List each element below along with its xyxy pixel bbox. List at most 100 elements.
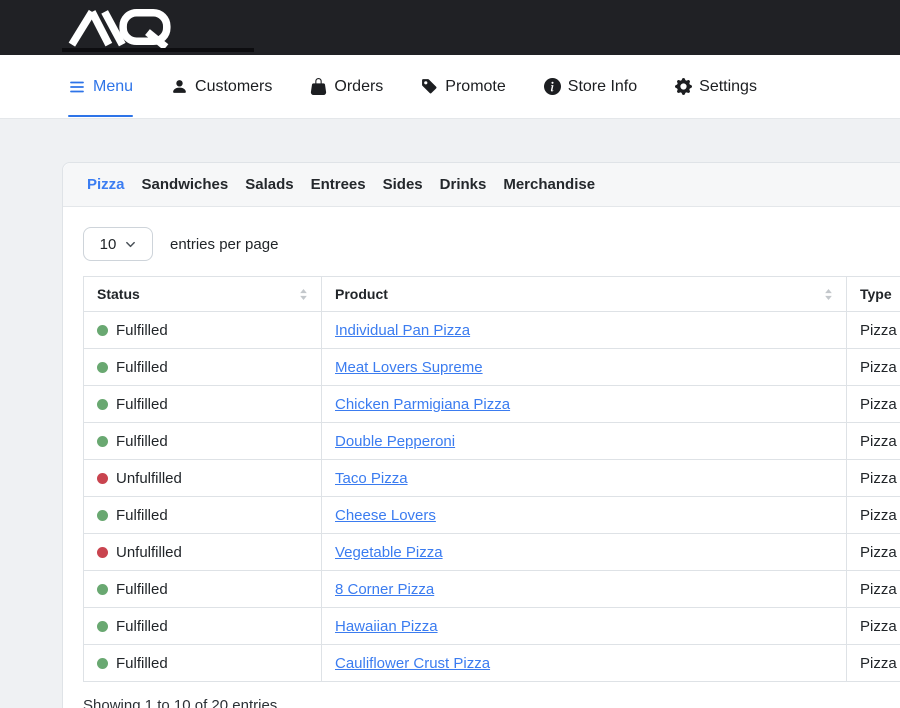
status-dot	[97, 325, 108, 336]
card-body: 10 entries per page Status Product	[63, 207, 900, 708]
product-cell: Double Pepperoni	[322, 423, 847, 460]
product-link[interactable]: Cauliflower Crust Pizza	[335, 655, 490, 672]
category-tabs: Pizza Sandwiches Salads Entrees Sides Dr…	[63, 163, 900, 207]
table-row: Fulfilled Cheese Lovers Pizza	[84, 497, 900, 534]
status-label: Fulfilled	[116, 507, 168, 524]
page-size-control: 10 entries per page	[83, 227, 900, 261]
product-cell: Meat Lovers Supreme	[322, 349, 847, 386]
tab-drinks[interactable]: Drinks	[440, 176, 487, 193]
type-cell: Pizza	[847, 571, 900, 608]
status-label: Fulfilled	[116, 581, 168, 598]
status-label: Fulfilled	[116, 655, 168, 672]
person-icon	[171, 78, 188, 95]
product-cell: Chicken Parmigiana Pizza	[322, 386, 847, 423]
tab-salads[interactable]: Salads	[245, 176, 293, 193]
product-cell: Taco Pizza	[322, 460, 847, 497]
status-cell: Fulfilled	[84, 312, 322, 349]
type-cell: Pizza	[847, 423, 900, 460]
logo-underline-bar	[62, 48, 254, 52]
page-size-value: 10	[100, 236, 117, 253]
product-link[interactable]: Individual Pan Pizza	[335, 322, 470, 339]
type-cell: Pizza	[847, 497, 900, 534]
aiq-logo	[66, 6, 175, 48]
status-dot	[97, 436, 108, 447]
status-label: Unfulfilled	[116, 470, 182, 487]
status-label: Fulfilled	[116, 396, 168, 413]
product-cell: Cauliflower Crust Pizza	[322, 645, 847, 682]
status-label: Fulfilled	[116, 322, 168, 339]
primary-nav: Menu Customers Orders Promote Store Info…	[0, 55, 900, 119]
column-label: Product	[335, 286, 388, 302]
page-size-select[interactable]: 10	[83, 227, 153, 261]
product-cell: Individual Pan Pizza	[322, 312, 847, 349]
table-row: Unfulfilled Taco Pizza Pizza	[84, 460, 900, 497]
bag-icon	[310, 78, 327, 95]
column-label: Type	[860, 286, 892, 302]
nav-item-label: Orders	[334, 78, 383, 96]
status-cell: Fulfilled	[84, 571, 322, 608]
status-label: Fulfilled	[116, 433, 168, 450]
product-link[interactable]: 8 Corner Pizza	[335, 581, 434, 598]
nav-item-store-info[interactable]: Store Info	[544, 78, 637, 96]
column-header-status[interactable]: Status	[84, 277, 322, 312]
product-link[interactable]: Chicken Parmigiana Pizza	[335, 396, 510, 413]
nav-item-menu[interactable]: Menu	[68, 78, 133, 96]
status-dot	[97, 621, 108, 632]
product-link[interactable]: Hawaiian Pizza	[335, 618, 438, 635]
tab-sides[interactable]: Sides	[383, 176, 423, 193]
tab-pizza[interactable]: Pizza	[87, 176, 125, 193]
type-cell: Pizza	[847, 645, 900, 682]
nav-item-promote[interactable]: Promote	[421, 78, 505, 96]
info-icon	[544, 78, 561, 95]
product-cell: Hawaiian Pizza	[322, 608, 847, 645]
column-label: Status	[97, 286, 140, 302]
product-link[interactable]: Meat Lovers Supreme	[335, 359, 483, 376]
product-link[interactable]: Vegetable Pizza	[335, 544, 443, 561]
column-header-type[interactable]: Type	[847, 277, 900, 312]
status-cell: Unfulfilled	[84, 460, 322, 497]
tab-sandwiches[interactable]: Sandwiches	[142, 176, 229, 193]
nav-item-label: Store Info	[568, 78, 637, 96]
type-cell: Pizza	[847, 460, 900, 497]
status-cell: Fulfilled	[84, 497, 322, 534]
table-row: Fulfilled Double Pepperoni Pizza	[84, 423, 900, 460]
status-dot	[97, 584, 108, 595]
nav-item-label: Promote	[445, 78, 505, 96]
tab-merchandise[interactable]: Merchandise	[503, 176, 595, 193]
status-cell: Fulfilled	[84, 645, 322, 682]
table-row: Fulfilled Chicken Parmigiana Pizza Pizza	[84, 386, 900, 423]
table-row: Fulfilled Cauliflower Crust Pizza Pizza	[84, 645, 900, 682]
nav-item-customers[interactable]: Customers	[171, 78, 272, 96]
column-header-product[interactable]: Product	[322, 277, 847, 312]
nav-item-settings[interactable]: Settings	[675, 78, 757, 96]
type-cell: Pizza	[847, 386, 900, 423]
table-row: Fulfilled Individual Pan Pizza Pizza	[84, 312, 900, 349]
product-link[interactable]: Cheese Lovers	[335, 507, 436, 524]
status-dot	[97, 658, 108, 669]
menu-card: Pizza Sandwiches Salads Entrees Sides Dr…	[62, 162, 900, 708]
tab-entrees[interactable]: Entrees	[311, 176, 366, 193]
status-dot	[97, 473, 108, 484]
page-content: Pizza Sandwiches Salads Entrees Sides Dr…	[0, 119, 900, 708]
type-cell: Pizza	[847, 534, 900, 571]
status-dot	[97, 362, 108, 373]
nav-item-label: Menu	[93, 78, 133, 96]
type-cell: Pizza	[847, 312, 900, 349]
page-size-label: entries per page	[170, 236, 278, 253]
tag-icon	[421, 78, 438, 95]
product-link[interactable]: Double Pepperoni	[335, 433, 455, 450]
status-cell: Fulfilled	[84, 349, 322, 386]
type-cell: Pizza	[847, 349, 900, 386]
status-label: Fulfilled	[116, 618, 168, 635]
sort-arrows-icon	[824, 289, 833, 300]
status-dot	[97, 510, 108, 521]
nav-item-orders[interactable]: Orders	[310, 78, 383, 96]
status-cell: Fulfilled	[84, 608, 322, 645]
product-link[interactable]: Taco Pizza	[335, 470, 408, 487]
product-cell: Vegetable Pizza	[322, 534, 847, 571]
table-row: Unfulfilled Vegetable Pizza Pizza	[84, 534, 900, 571]
sort-arrows-icon	[299, 289, 308, 300]
status-dot	[97, 547, 108, 558]
status-cell: Unfulfilled	[84, 534, 322, 571]
hamburger-icon	[68, 79, 86, 95]
